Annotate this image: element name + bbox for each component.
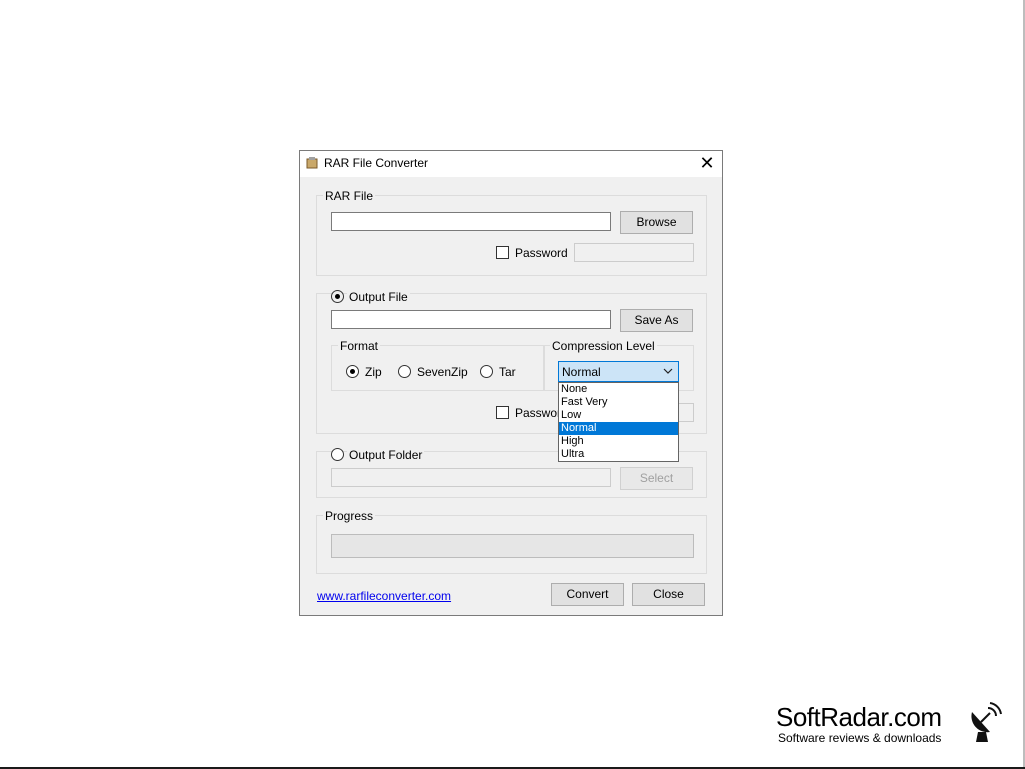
compression-option-fast-very[interactable]: Fast Very <box>559 396 678 409</box>
progress-group-label: Progress <box>323 509 376 523</box>
rar-password-checkbox[interactable] <box>496 246 509 259</box>
window-title: RAR File Converter <box>324 156 429 170</box>
compression-group-label: Compression Level <box>550 339 657 353</box>
close-button[interactable]: Close <box>632 583 705 606</box>
compression-level-value: Normal <box>562 365 601 379</box>
select-folder-button[interactable]: Select <box>620 467 693 490</box>
watermark-name: SoftRadar.com <box>776 702 942 732</box>
website-link[interactable]: www.rarfileconverter.com <box>317 589 451 603</box>
output-folder-label: Output Folder <box>347 448 425 462</box>
close-icon[interactable]: ✕ <box>696 152 718 174</box>
output-folder-radio[interactable] <box>331 448 344 461</box>
format-sevenzip-label: SevenZip <box>417 365 468 379</box>
rar-file-group-label: RAR File <box>323 189 376 203</box>
format-tar-radio[interactable] <box>480 365 493 378</box>
app-icon <box>306 157 318 169</box>
output-file-radio[interactable] <box>331 290 344 303</box>
watermark-tagline: Software reviews & downloads <box>778 731 942 745</box>
output-password-checkbox[interactable] <box>496 406 509 419</box>
rar-password-label: Password <box>515 246 568 260</box>
title-bar: RAR File Converter ✕ <box>300 151 722 177</box>
compression-option-ultra[interactable]: Ultra <box>559 448 678 461</box>
compression-option-high[interactable]: High <box>559 435 678 448</box>
compression-option-normal[interactable]: Normal <box>559 422 678 435</box>
output-file-path-input[interactable] <box>331 310 611 329</box>
browse-button[interactable]: Browse <box>620 211 693 234</box>
radar-dish-icon <box>971 702 1002 742</box>
rar-file-converter-window: RAR File Converter ✕ RAR File Browse Pas… <box>299 150 723 616</box>
compression-level-dropdown: None Fast Very Low Normal High Ultra <box>558 382 679 462</box>
rar-file-path-input[interactable] <box>331 212 611 231</box>
format-sevenzip-radio[interactable] <box>398 365 411 378</box>
format-zip-radio[interactable] <box>346 365 359 378</box>
output-file-label: Output File <box>347 290 410 304</box>
progress-bar <box>331 534 694 558</box>
convert-button[interactable]: Convert <box>551 583 624 606</box>
rar-file-group <box>316 195 707 276</box>
rar-password-input[interactable] <box>574 243 694 262</box>
format-group-label: Format <box>338 339 381 353</box>
save-as-button[interactable]: Save As <box>620 309 693 332</box>
compression-option-none[interactable]: None <box>559 383 678 396</box>
chevron-down-icon <box>663 368 673 374</box>
format-zip-label: Zip <box>365 365 382 379</box>
compression-option-low[interactable]: Low <box>559 409 678 422</box>
output-folder-path-input[interactable] <box>331 468 611 487</box>
format-tar-label: Tar <box>499 365 516 379</box>
compression-level-select[interactable]: Normal <box>558 361 679 382</box>
